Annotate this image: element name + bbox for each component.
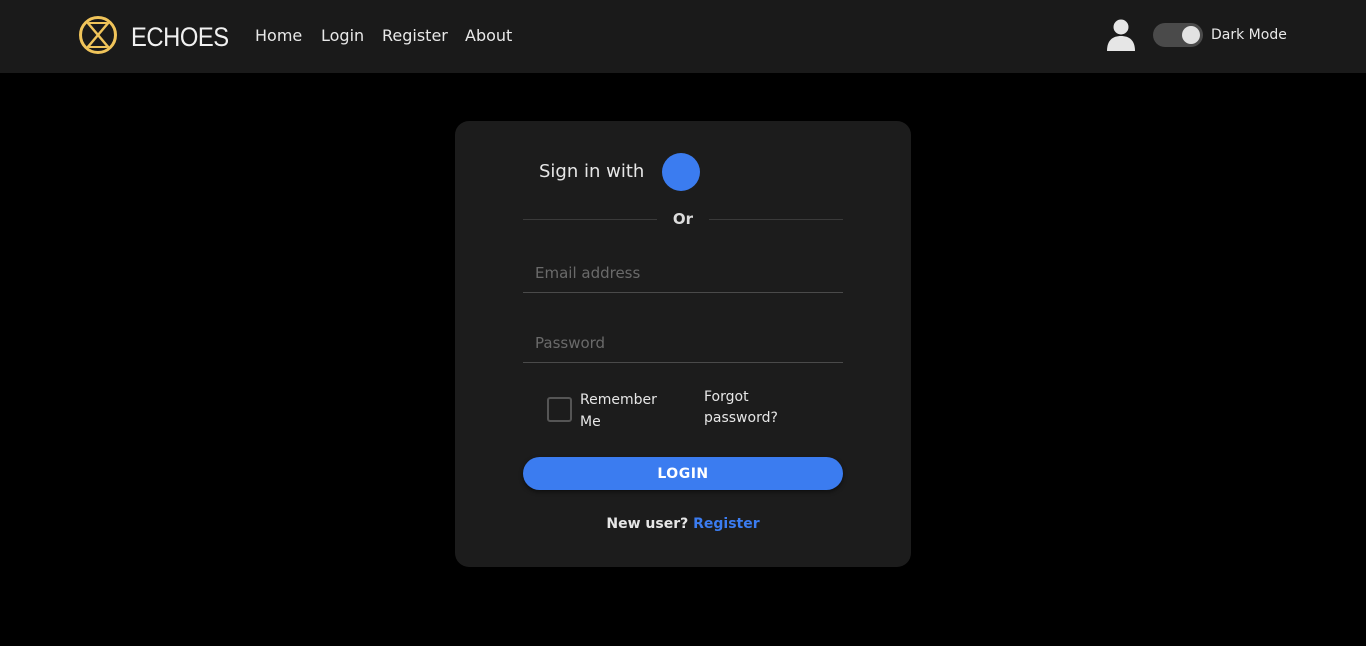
new-user-prompt: New user? Register [455,516,911,532]
sign-in-with-label: Sign in with [539,161,645,182]
login-card: Sign in with Or Remember Me Forgot passw… [455,121,911,567]
dark-mode-label: Dark Mode [1211,27,1287,43]
email-field [523,253,843,293]
toggle-knob [1182,26,1200,44]
x-circle-logo-icon[interactable] [78,15,118,55]
email-input[interactable] [523,253,843,292]
nav-link-register[interactable]: Register [382,26,448,45]
password-field [523,323,843,363]
divider-right [709,219,843,220]
login-button[interactable]: LOGIN [523,457,843,490]
navbar: ECHOES Home Login Register About Dark Mo… [0,0,1366,73]
remember-me-checkbox[interactable] [547,397,572,422]
nav-link-login[interactable]: Login [321,26,364,45]
register-link[interactable]: Register [693,516,760,532]
brand-name[interactable]: ECHOES [131,22,229,53]
or-divider-text: Or [672,210,694,228]
nav-link-home[interactable]: Home [255,26,302,45]
user-icon[interactable] [1106,18,1136,52]
social-login-button[interactable] [662,153,700,191]
forgot-password-link[interactable]: Forgot password? [704,387,794,429]
nav-link-about[interactable]: About [465,26,512,45]
password-input[interactable] [523,323,843,362]
dark-mode-toggle[interactable] [1153,23,1203,47]
new-user-text: New user? [606,516,689,532]
divider-left [523,219,657,220]
remember-me-label[interactable]: Remember Me [580,389,680,433]
